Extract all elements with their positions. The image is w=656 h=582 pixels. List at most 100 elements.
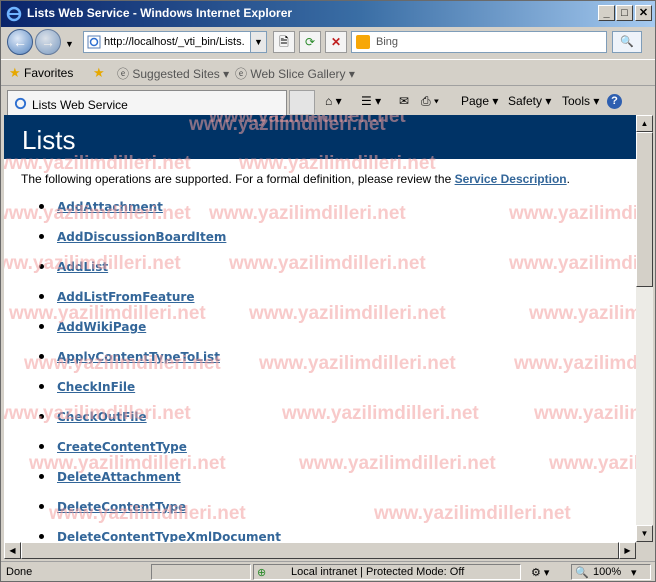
operation-link[interactable]: DeleteAttachment [57, 470, 181, 484]
feeds-icon[interactable]: ☰ ▾ [361, 94, 381, 108]
mail-icon[interactable]: ✉ [399, 94, 409, 108]
tools-menu-label: Tools [562, 94, 591, 108]
watermark-text: www.yazilimdilleri.net [509, 253, 636, 274]
watermark-text: www.yazilimdilleri.net [209, 203, 406, 224]
safety-menu[interactable]: Safety ▾ [508, 94, 551, 108]
tab-lists-web-service[interactable]: Lists Web Service [7, 90, 287, 116]
favorites-label: Favorites [24, 66, 74, 80]
operation-link[interactable]: AddDiscussionBoardItem [57, 230, 226, 244]
page-menu[interactable]: Page ▾ [461, 94, 498, 108]
favorites-button[interactable]: ★ Favorites [9, 65, 73, 81]
browser-window: Lists Web Service - Windows Internet Exp… [0, 0, 656, 582]
zoom-level[interactable]: 100% [593, 566, 621, 578]
status-text: Done [6, 566, 33, 578]
status-cell [151, 564, 251, 580]
tab-label: Lists Web Service [32, 98, 128, 112]
watermark-text: www.yazilimdilleri.net [514, 353, 636, 374]
bullet-icon [39, 384, 44, 389]
zoom-dropdown-icon[interactable]: ▾ [631, 566, 637, 579]
operation-link[interactable]: AddListFromFeature [57, 290, 194, 304]
window-title: Lists Web Service - Windows Internet Exp… [27, 6, 293, 20]
search-box[interactable]: Bing [351, 31, 607, 53]
page-content: Lists The following operations are suppo… [4, 115, 636, 542]
safety-menu-label: Safety [508, 94, 543, 108]
bing-icon [356, 35, 370, 49]
title-bar: Lists Web Service - Windows Internet Exp… [1, 1, 655, 27]
bullet-icon [39, 444, 44, 449]
operation-link[interactable]: CheckInFile [57, 380, 135, 394]
bullet-icon [39, 294, 44, 299]
page-banner: Lists [4, 115, 636, 159]
maximize-button[interactable]: □ [616, 5, 633, 21]
operation-link[interactable]: CreateContentType [57, 440, 187, 454]
horizontal-scroll-thumb[interactable] [21, 542, 619, 559]
bullet-icon [39, 474, 44, 479]
scroll-left-icon[interactable]: ◀ [4, 542, 21, 559]
scroll-up-icon[interactable]: ▲ [636, 115, 653, 132]
new-tab-button[interactable] [289, 90, 315, 114]
refresh-icon[interactable]: ⟳ [299, 31, 321, 53]
watermark-text: www.yazilimdilleri.net [509, 203, 636, 224]
help-icon[interactable]: ? [607, 94, 622, 109]
intro-sentence: The following operations are supported. … [21, 172, 455, 186]
page-icon [87, 35, 101, 49]
service-description-link[interactable]: Service Description [455, 172, 567, 186]
close-button[interactable]: ✕ [635, 5, 652, 21]
watermark-text: www.yazilimdilleri.net [259, 353, 456, 374]
print-icon[interactable]: ⎙ ▾ [421, 94, 439, 109]
address-dropdown-icon[interactable]: ▼ [250, 32, 266, 52]
search-button[interactable]: 🔍 [612, 31, 642, 53]
operation-link[interactable]: AddAttachment [57, 200, 163, 214]
tools-menu[interactable]: Tools ▾ [562, 94, 599, 108]
operation-link[interactable]: ApplyContentTypeToList [57, 350, 220, 364]
page-title: Lists [22, 125, 76, 155]
watermark-text: www.yazilimdilleri.net [249, 303, 446, 324]
zoom-icon: 🔍 [575, 567, 589, 579]
watermark-text: www.yazilimdilleri.net [299, 453, 496, 474]
watermark-text: www.yazilimdilleri.net [534, 403, 636, 424]
operation-link[interactable]: AddList [57, 260, 108, 274]
recent-pages-chevron-icon[interactable]: ▼ [65, 39, 74, 49]
zone-icon: ⊕ [257, 567, 267, 579]
vertical-scroll-thumb[interactable] [636, 132, 653, 287]
watermark-text: www.yazilimdilleri.net [282, 403, 479, 424]
suggested-sites-label: Suggested Sites [132, 67, 220, 81]
operation-link[interactable]: DeleteContentTypeXmlDocument [57, 530, 281, 542]
add-to-favorites-icon[interactable]: ★ [93, 65, 105, 81]
operation-link[interactable]: AddWikiPage [57, 320, 146, 334]
ie-icon [6, 6, 22, 22]
compatibility-view-icon[interactable]: 🗎 [273, 31, 295, 53]
favorites-bar: ★ Favorites ★ ⓔ Suggested Sites ▾ ⓔ Web … [1, 59, 655, 85]
stop-icon[interactable]: ✕ [325, 31, 347, 53]
protected-mode-icon[interactable]: ⚙ ▾ [531, 566, 549, 579]
tab-ie-icon [14, 97, 27, 110]
web-slice-gallery-link[interactable]: ⓔ Web Slice Gallery ▾ [235, 65, 355, 82]
bullet-icon [39, 324, 44, 329]
status-bar: Done ⊕ Local intranet | Protected Mode: … [1, 561, 655, 581]
web-slice-gallery-label: Web Slice Gallery [250, 67, 346, 81]
bullet-icon [39, 354, 44, 359]
star-icon: ★ [9, 65, 21, 80]
watermark-text: www.yazilimdilleri.net [529, 303, 636, 324]
watermark-text: www.yazilimdilleri.net [549, 453, 636, 474]
suggested-sites-link[interactable]: ⓔ Suggested Sites ▾ [117, 65, 229, 82]
horizontal-scrollbar[interactable]: ◀ ▶ [4, 542, 636, 559]
address-bar[interactable]: http://localhost/_vti_bin/Lists. ▼ [83, 31, 267, 53]
minimize-button[interactable]: _ [598, 5, 615, 21]
search-input[interactable]: Bing [376, 36, 398, 48]
operation-link[interactable]: CheckOutFile [57, 410, 147, 424]
bullet-icon [39, 234, 44, 239]
watermark-text: www.yazilimdilleri.net [229, 253, 426, 274]
page-menu-label: Page [461, 94, 490, 108]
vertical-scrollbar[interactable]: ▲ ▼ [636, 115, 653, 542]
home-icon[interactable]: ⌂ ▾ [325, 94, 342, 108]
scroll-right-icon[interactable]: ▶ [619, 542, 636, 559]
bullet-icon [39, 504, 44, 509]
intro-text: The following operations are supported. … [21, 172, 570, 186]
address-input[interactable]: http://localhost/_vti_bin/Lists. [104, 36, 244, 48]
operation-link[interactable]: DeleteContentType [57, 500, 186, 514]
scroll-down-icon[interactable]: ▼ [636, 525, 653, 542]
back-button[interactable]: ← [7, 29, 33, 55]
forward-button[interactable]: → [35, 29, 61, 55]
bullet-icon [39, 414, 44, 419]
